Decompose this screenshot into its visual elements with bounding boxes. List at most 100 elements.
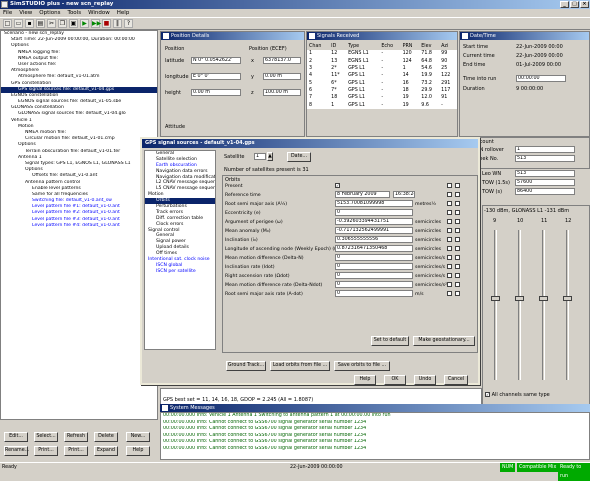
orbit-value-field[interactable]: 8 February 2009	[335, 190, 390, 198]
orbit-row-checkbox[interactable]	[447, 254, 453, 260]
present-checkbox[interactable]: ✓	[335, 183, 340, 189]
delete-button[interactable]: Delete	[94, 432, 118, 442]
table-row[interactable]: 4 11* GPS L1 - 14 19.9 122	[307, 72, 457, 79]
orbit-row-flag[interactable]	[455, 272, 461, 278]
stop-icon[interactable]: ■	[102, 19, 111, 28]
signals-column-header[interactable]: ID	[329, 43, 347, 51]
signals-table[interactable]: Chan ID Type Echo PRN Elev Azi 1 12 EGNS L1-120 71…	[307, 43, 457, 109]
orbit-value-field[interactable]: 5153.70081099998	[335, 199, 413, 207]
print-button[interactable]: Print...	[64, 446, 88, 456]
select-button[interactable]: Select...	[34, 432, 58, 442]
orbit-value-field[interactable]: 0	[335, 271, 413, 279]
menu-item[interactable]: Help	[117, 9, 130, 17]
system-messages[interactable]: 00:00:00.000 Info: Vehicle 1 Antenna 1 S…	[160, 412, 590, 460]
satellite-spinner[interactable]: ▲	[267, 152, 273, 161]
menu-item[interactable]: View	[19, 9, 32, 17]
menu-item[interactable]: Options	[39, 9, 60, 17]
table-row[interactable]: 1 12 EGNS L1 - 120 71.8 99	[307, 50, 457, 57]
reference-time-field[interactable]: 16:38:24	[393, 190, 415, 198]
signals-column-header[interactable]: Azi	[439, 43, 457, 51]
geostationary-button[interactable]: Make geostationary...	[413, 336, 475, 346]
orbit-value-field[interactable]: 0	[335, 253, 413, 261]
orbit-row-checkbox[interactable]	[447, 218, 453, 224]
copy-icon[interactable]: ❐	[58, 19, 67, 28]
close-button[interactable]: ×	[580, 1, 589, 8]
orbit-value-field[interactable]: -0.717132562499991	[335, 226, 413, 234]
orbit-row-checkbox[interactable]	[447, 290, 453, 296]
run-icon[interactable]: ▶	[80, 19, 89, 28]
ecef-field[interactable]: 100.00 m	[263, 89, 301, 96]
level-slider[interactable]	[518, 230, 521, 380]
new-icon[interactable]: □	[3, 19, 12, 28]
set-default-button[interactable]: Set to default	[371, 336, 409, 346]
slider-thumb[interactable]	[539, 296, 548, 301]
all-channels-checkbox[interactable]: ✓ All channels same type	[485, 392, 550, 398]
level-slider[interactable]	[494, 230, 497, 380]
dialog-nav-item[interactable]: ISCN per satellite	[145, 269, 215, 275]
pause-icon[interactable]: ‖	[113, 19, 122, 28]
ok-button[interactable]: OK	[384, 375, 406, 385]
orbit-value-field[interactable]: 0	[335, 208, 413, 216]
orbit-row-flag[interactable]	[455, 200, 461, 206]
cut-icon[interactable]: ✂	[47, 19, 56, 28]
menu-item[interactable]: Window	[88, 9, 110, 17]
menu-item[interactable]: File	[3, 9, 12, 17]
orbit-row-flag[interactable]	[455, 227, 461, 233]
table-row[interactable]: 2 13 EGNS L1 - 124 64.8 90	[307, 58, 457, 65]
orbit-row-flag[interactable]	[455, 191, 461, 197]
ecef-field[interactable]: 6378137.0	[263, 57, 301, 64]
dialog-help-button[interactable]: Help	[354, 375, 376, 385]
orbit-row-flag[interactable]	[455, 209, 461, 215]
load-orbits-button[interactable]: Load orbits from file ...	[270, 361, 330, 371]
maximize-button[interactable]: □	[570, 1, 579, 8]
position-field[interactable]: E 0° 0'	[191, 73, 241, 80]
date-button[interactable]: Date...	[287, 152, 311, 162]
new-button[interactable]: New...	[126, 432, 150, 442]
table-row[interactable]: 6 7* GPS L1 - 18 29.9 117	[307, 87, 457, 94]
paste-icon[interactable]: ▣	[69, 19, 78, 28]
ground-track-button[interactable]: Ground Track...	[226, 361, 266, 371]
save-icon[interactable]: ▪	[25, 19, 34, 28]
undo-button[interactable]: Undo	[414, 375, 436, 385]
orbit-value-field[interactable]: 0.872316471350468	[335, 244, 413, 252]
table-row[interactable]: 3 2* GPS L1 - 1 54.6 25	[307, 65, 457, 72]
orbit-row-flag[interactable]	[455, 290, 461, 296]
print-icon[interactable]: ▤	[36, 19, 45, 28]
scenario-button[interactable]: Print...	[34, 446, 58, 456]
orbit-row-checkbox[interactable]	[447, 209, 453, 215]
help-icon[interactable]: ?	[124, 19, 133, 28]
run-fast-icon[interactable]: ▶▶	[91, 19, 101, 28]
table-row[interactable]: 7 18 GPS L1 - 19 12.0 91	[307, 94, 457, 101]
orbit-value-field[interactable]: 0.306555555556	[335, 235, 413, 243]
expand-button[interactable]: Expand	[94, 446, 118, 456]
rename-button[interactable]: Rename...	[4, 446, 29, 456]
orbit-value-field[interactable]: 0	[335, 280, 413, 288]
orbit-value-field[interactable]: -0.392603394431751	[335, 217, 413, 225]
orbit-row-flag[interactable]	[455, 182, 461, 188]
save-orbits-button[interactable]: Save orbits to file ...	[334, 361, 390, 371]
signals-column-header[interactable]: Elev	[419, 43, 440, 51]
level-slider[interactable]	[542, 230, 545, 380]
orbit-row-checkbox[interactable]	[447, 281, 453, 287]
satellite-field[interactable]: 1	[254, 153, 266, 160]
slider-thumb[interactable]	[563, 296, 572, 301]
orbit-row-flag[interactable]	[455, 245, 461, 251]
ecef-field[interactable]: 0.00 m	[263, 73, 301, 80]
orbit-row-checkbox[interactable]	[447, 200, 453, 206]
edit-button[interactable]: Edit...	[4, 432, 28, 442]
dialog-nav-item[interactable]: Navigation data errors	[145, 169, 215, 175]
signals-column-header[interactable]: Echo	[379, 43, 401, 51]
signals-column-header[interactable]: Type	[346, 43, 380, 51]
table-row[interactable]: 5 6* GPS L1 - 16 73.2 291	[307, 79, 457, 86]
slider-thumb[interactable]	[491, 296, 500, 301]
refresh-button[interactable]: Refresh	[64, 432, 88, 442]
dialog-nav-tree[interactable]: General Satellite selection Earth obscurat…	[144, 150, 216, 350]
orbit-row-flag[interactable]	[455, 263, 461, 269]
scenario-tree[interactable]: Scenario - new scn_replay Start Time: 22-…	[0, 30, 158, 420]
orbit-value-field[interactable]: 0	[335, 289, 413, 297]
orbit-row-flag[interactable]	[455, 218, 461, 224]
help-button[interactable]: Help	[126, 446, 150, 456]
cancel-button[interactable]: Cancel	[444, 375, 468, 385]
position-field[interactable]: N 0° 0.0542622'	[191, 57, 241, 64]
orbit-row-checkbox[interactable]	[447, 182, 453, 188]
